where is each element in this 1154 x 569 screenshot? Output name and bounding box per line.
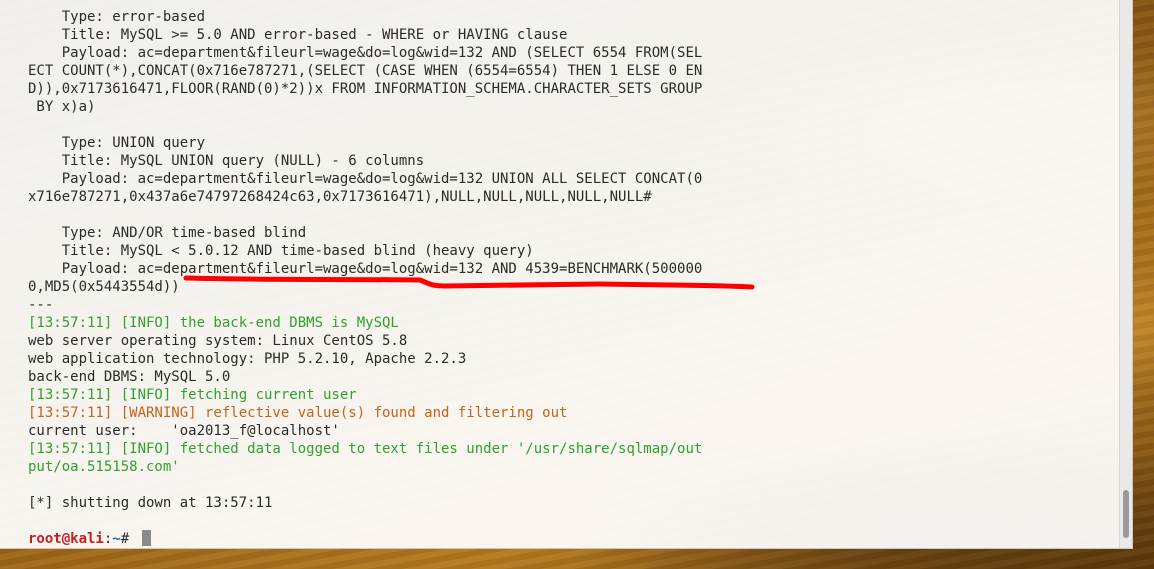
terminal-line: Payload: ac=department&fileurl=wage&do=l…: [28, 45, 703, 61]
text-cursor: [141, 530, 151, 546]
terminal-scrollbar[interactable]: [1119, 0, 1132, 548]
prompt-symbol: #: [120, 531, 138, 547]
terminal-line: [13:57:11] [WARNING] reflective value(s)…: [28, 405, 568, 421]
terminal-line: Title: MySQL >= 5.0 AND error-based - WH…: [28, 27, 568, 43]
terminal-line: Type: AND/OR time-based blind: [28, 225, 307, 241]
shell-prompt[interactable]: root@kali:~#: [28, 530, 1102, 548]
terminal-line: put/oa.515158.com': [28, 459, 180, 475]
terminal-line: x716e787271,0x437a6e74797268424c63,0x717…: [28, 189, 652, 205]
terminal-line: back-end DBMS: MySQL 5.0: [28, 369, 231, 385]
terminal-line: web server operating system: Linux CentO…: [28, 333, 408, 349]
terminal-line: D)),0x7173616471,FLOOR(RAND(0)*2))x FROM…: [28, 81, 703, 97]
terminal-line: Type: UNION query: [28, 135, 206, 151]
terminal-line: Payload: ac=department&fileurl=wage&do=l…: [28, 171, 703, 187]
terminal-line: Title: MySQL < 5.0.12 AND time-based bli…: [28, 243, 534, 259]
terminal-output: Type: error-based Title: MySQL >= 5.0 AN…: [28, 8, 1102, 548]
prompt-path: ~: [112, 531, 121, 547]
terminal-line: [13:57:11] [INFO] fetching current user: [28, 387, 357, 403]
terminal-line: 0,MD5(0x5443554d)): [28, 279, 180, 295]
prompt-user-host: root@kali: [28, 531, 104, 547]
scrollbar-thumb[interactable]: [1123, 490, 1129, 538]
terminal-line: BY x)a): [28, 99, 96, 115]
terminal-line: [13:57:11] [INFO] the back-end DBMS is M…: [28, 315, 399, 331]
terminal-line: [13:57:11] [INFO] fetched data logged to…: [28, 441, 703, 457]
terminal-line: Payload: ac=department&fileurl=wage&do=l…: [28, 261, 703, 277]
terminal-line: current user: 'oa2013_f@localhost': [28, 423, 340, 439]
terminal-line: web application technology: PHP 5.2.10, …: [28, 351, 467, 367]
terminal-line: Title: MySQL UNION query (NULL) - 6 colu…: [28, 153, 425, 169]
terminal-line: Type: error-based: [28, 9, 206, 25]
terminal-line: ECT COUNT(*),CONCAT(0x716e787271,(SELECT…: [28, 63, 703, 79]
terminal-line: ---: [28, 297, 54, 313]
terminal-line: [*] shutting down at 13:57:11: [28, 495, 273, 511]
terminal-window[interactable]: Type: error-based Title: MySQL >= 5.0 AN…: [0, 0, 1133, 549]
